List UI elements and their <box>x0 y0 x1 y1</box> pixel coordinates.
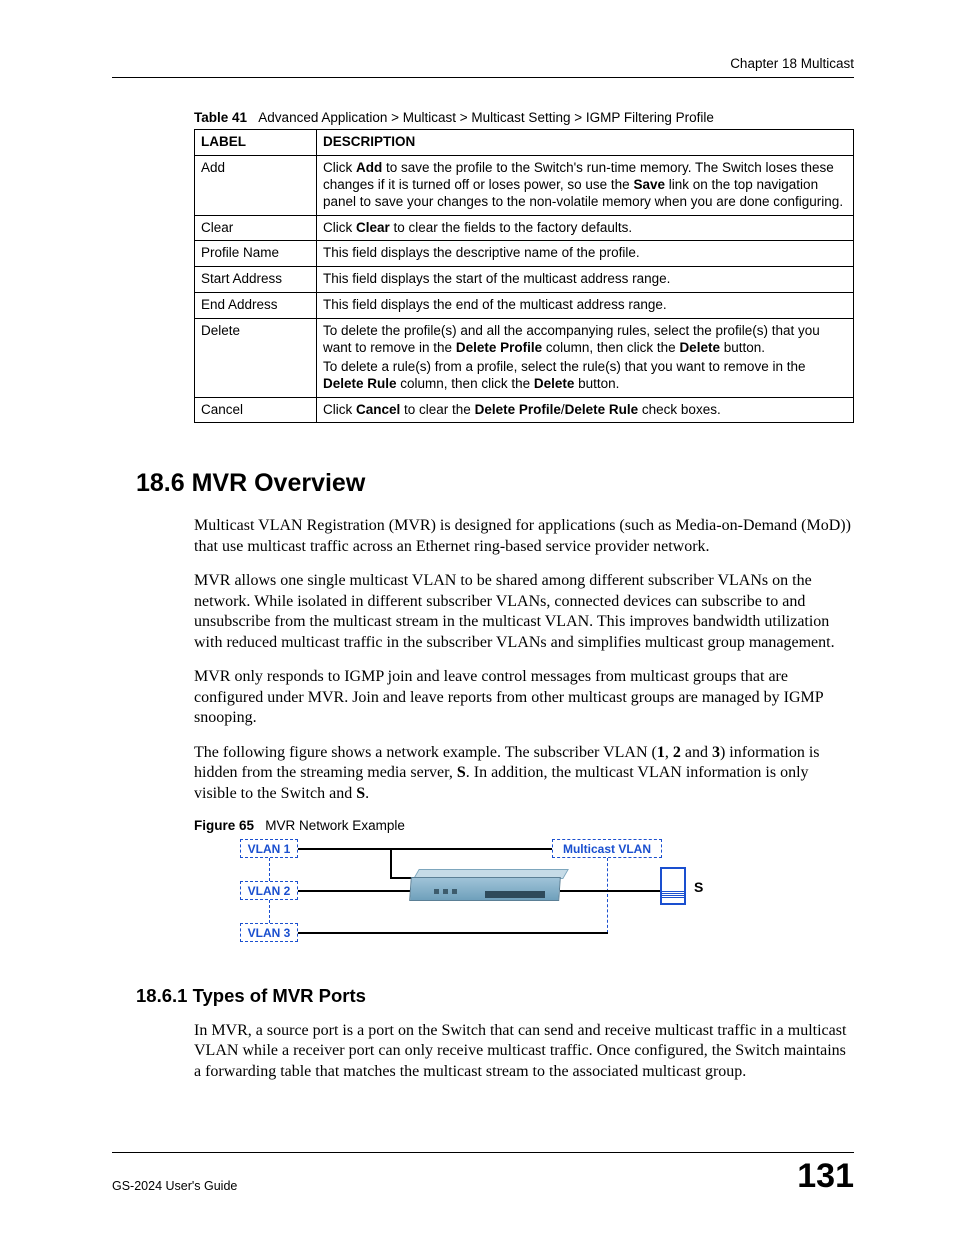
figure-diagram: VLAN 1 VLAN 2 VLAN 3 Multicast VLAN S <box>240 839 760 957</box>
connector <box>560 890 660 892</box>
table-cell-label: Start Address <box>195 267 317 293</box>
page-number: 131 <box>797 1159 854 1193</box>
reference-table: LABEL DESCRIPTION AddClick Add to save t… <box>194 129 854 423</box>
table-cell-desc: To delete the profile(s) and all the acc… <box>317 319 854 398</box>
multicast-vlan-box: Multicast VLAN <box>552 839 662 858</box>
table-cell-desc: Click Cancel to clear the Delete Profile… <box>317 397 854 423</box>
table-cell-desc: This field displays the descriptive name… <box>317 241 854 267</box>
table-cell-desc: This field displays the end of the multi… <box>317 293 854 319</box>
server-label: S <box>694 879 703 895</box>
chapter-header: Chapter 18 Multicast <box>112 56 854 78</box>
connector <box>298 890 410 892</box>
page-footer: GS-2024 User's Guide 131 <box>112 1152 854 1193</box>
figure-caption-label: Figure 65 <box>194 818 254 833</box>
body-paragraph: MVR allows one single multicast VLAN to … <box>194 571 854 653</box>
table-row: AddClick Add to save the profile to the … <box>195 155 854 215</box>
table-row: End AddressThis field displays the end o… <box>195 293 854 319</box>
table-cell-label: Profile Name <box>195 241 317 267</box>
table-head-desc: DESCRIPTION <box>317 130 854 156</box>
body-paragraph: MVR only responds to IGMP join and leave… <box>194 667 854 728</box>
dash-line <box>269 858 270 881</box>
table-cell-desc: This field displays the start of the mul… <box>317 267 854 293</box>
table-row: Profile NameThis field displays the desc… <box>195 241 854 267</box>
table-cell-label: Add <box>195 155 317 215</box>
body-paragraph: The following figure shows a network exa… <box>194 743 854 804</box>
table-caption: Table 41 Advanced Application > Multicas… <box>194 110 854 125</box>
subsection-heading: 18.6.1 Types of MVR Ports <box>136 985 854 1007</box>
footer-guide: GS-2024 User's Guide <box>112 1179 237 1193</box>
table-row: Start AddressThis field displays the sta… <box>195 267 854 293</box>
figure-caption: Figure 65 MVR Network Example <box>194 818 854 833</box>
table-row: CancelClick Cancel to clear the Delete P… <box>195 397 854 423</box>
table-cell-label: Delete <box>195 319 317 398</box>
table-cell-desc: Click Clear to clear the fields to the f… <box>317 215 854 241</box>
dash-line <box>607 858 608 933</box>
table-caption-label: Table 41 <box>194 110 247 125</box>
table-cell-desc: Click Add to save the profile to the Swi… <box>317 155 854 215</box>
table-row: DeleteTo delete the profile(s) and all t… <box>195 319 854 398</box>
body-paragraph: Multicast VLAN Registration (MVR) is des… <box>194 516 854 557</box>
figure-caption-text: MVR Network Example <box>265 818 405 833</box>
connector <box>298 848 552 850</box>
table-cell-label: Clear <box>195 215 317 241</box>
vlan2-box: VLAN 2 <box>240 881 298 900</box>
vlan3-box: VLAN 3 <box>240 923 298 942</box>
table-row: ClearClick Clear to clear the fields to … <box>195 215 854 241</box>
table-head-label: LABEL <box>195 130 317 156</box>
switch-icon <box>485 891 545 898</box>
dash-line <box>269 900 270 923</box>
table-cell-label: Cancel <box>195 397 317 423</box>
vlan1-box: VLAN 1 <box>240 839 298 858</box>
server-icon <box>662 891 684 901</box>
section-heading: 18.6 MVR Overview <box>136 469 854 498</box>
connector <box>298 932 608 934</box>
subsection-para: In MVR, a source port is a port on the S… <box>194 1021 854 1082</box>
table-cell-label: End Address <box>195 293 317 319</box>
table-caption-text: Advanced Application > Multicast > Multi… <box>258 110 714 125</box>
connector <box>390 848 392 878</box>
switch-icon <box>434 889 457 894</box>
connector <box>390 877 412 879</box>
